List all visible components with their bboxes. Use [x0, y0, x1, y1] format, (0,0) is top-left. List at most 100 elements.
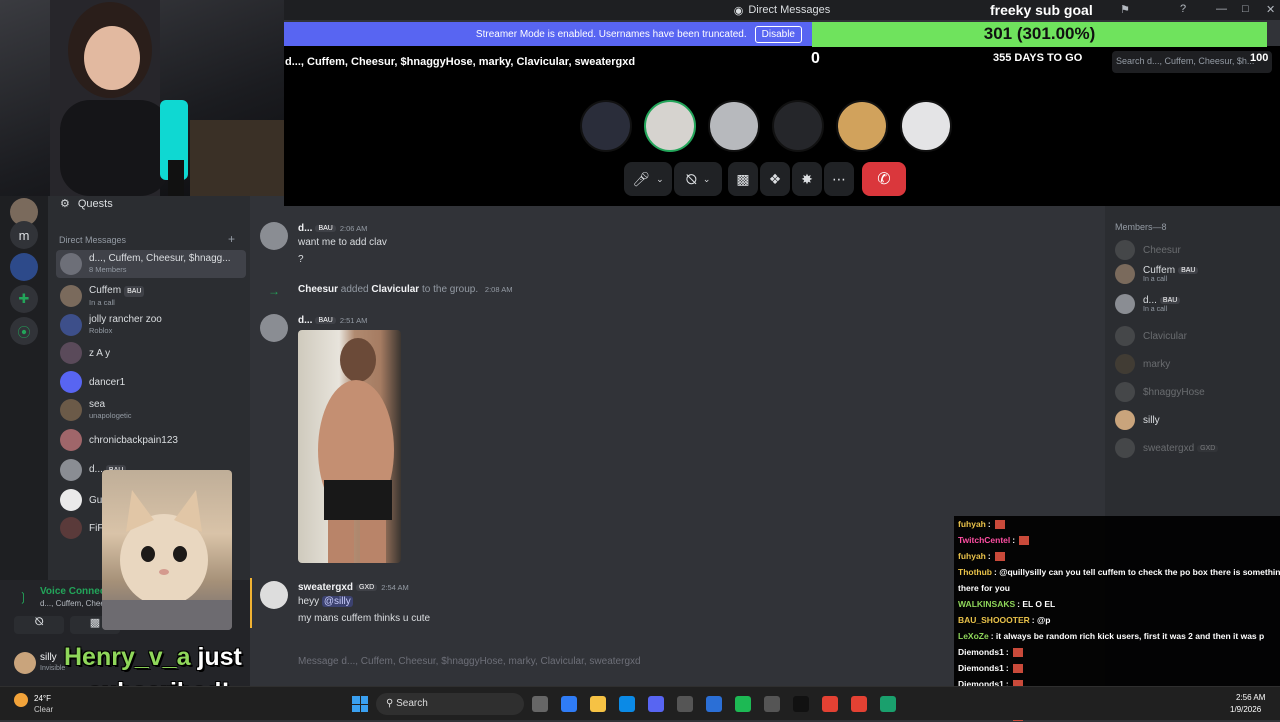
- voice-channel[interactable]: d..., Cuffem, Chee: [40, 599, 105, 608]
- clock-date[interactable]: 1/9/2026: [1230, 705, 1261, 714]
- emote-icon: [1019, 536, 1030, 546]
- chat-user: WALKINSAKS: [958, 599, 1016, 609]
- copilot-icon[interactable]: [561, 696, 577, 712]
- avatar[interactable]: [260, 581, 288, 609]
- message-author[interactable]: d...: [298, 223, 312, 234]
- camera-button[interactable]: ⦰ ⌄: [674, 162, 722, 196]
- member-text: $hnaggyHose: [1135, 387, 1205, 398]
- call-participant-avatar[interactable]: [772, 100, 824, 152]
- member-item[interactable]: marky: [1115, 354, 1275, 374]
- message-text: my mans cuffem thinks u cute: [298, 613, 431, 624]
- server-avatar[interactable]: [10, 253, 38, 281]
- call-participant-avatar[interactable]: [900, 100, 952, 152]
- help-icon[interactable]: ?: [1180, 3, 1186, 15]
- chat-colon: :: [1005, 647, 1012, 657]
- microphone-icon: 🎤︎: [632, 170, 651, 187]
- app-icon[interactable]: [880, 696, 896, 712]
- member-item[interactable]: Clavicular: [1115, 326, 1275, 346]
- windows-start-icon[interactable]: [352, 696, 368, 712]
- dm-item[interactable]: Cuffem BAU In a call: [56, 282, 246, 310]
- call-participant-avatar[interactable]: [708, 100, 760, 152]
- member-item[interactable]: Cuffem BAU In a call: [1115, 264, 1275, 284]
- clock-time[interactable]: 2:56 AM: [1236, 693, 1265, 702]
- system-actor[interactable]: Cheesur: [298, 284, 338, 295]
- member-name-row: $hnaggyHose: [1135, 387, 1205, 398]
- message-image[interactable]: [298, 330, 401, 563]
- weather-desc[interactable]: Clear: [34, 705, 53, 714]
- dm-status: unapologetic: [89, 411, 132, 420]
- dm-item[interactable]: sea unapologetic: [56, 396, 246, 424]
- message-text: ?: [298, 254, 304, 265]
- new-dm-icon[interactable]: +: [228, 232, 235, 246]
- goal-title: freeky sub goal: [990, 2, 1093, 18]
- maximize-icon[interactable]: □: [1242, 3, 1249, 15]
- mute-button[interactable]: 🎤︎ ⌄: [624, 162, 672, 196]
- avatar: [60, 429, 82, 451]
- discover-button[interactable]: ⦿: [10, 317, 38, 345]
- quests-link[interactable]: ⚙ Quests: [60, 197, 113, 211]
- obs-icon[interactable]: [764, 696, 780, 712]
- add-server-button[interactable]: ✚: [10, 285, 38, 313]
- search-input[interactable]: Search d..., Cuffem, Cheesur, $h...: [1112, 51, 1272, 73]
- store-icon[interactable]: [677, 696, 693, 712]
- chrome-icon[interactable]: [851, 696, 867, 712]
- chat-text: @quillysilly can you tell cuffem to chec…: [999, 567, 1280, 577]
- disconnect-button[interactable]: ✆: [862, 162, 906, 196]
- more-button[interactable]: ⋯: [824, 162, 854, 196]
- member-name: marky: [1143, 358, 1171, 370]
- taskbar-search[interactable]: ⚲ Search: [376, 693, 524, 715]
- mention[interactable]: @silly: [321, 596, 353, 607]
- dm-item[interactable]: jolly rancher zoo Roblox: [56, 311, 246, 339]
- chat-user: Thothub: [958, 567, 992, 577]
- disable-button[interactable]: Disable: [754, 25, 802, 43]
- dm-item[interactable]: dancer1: [56, 368, 246, 396]
- guild-tag: BAU: [1159, 297, 1181, 304]
- mail-icon[interactable]: [706, 696, 722, 712]
- message-text: heyy @silly: [298, 596, 353, 607]
- dm-name: z A y: [89, 347, 111, 359]
- guild-tag: BAU: [315, 317, 336, 324]
- avatar[interactable]: [14, 652, 36, 674]
- discord-icon[interactable]: [648, 696, 664, 712]
- chat-text: EL O EL: [1022, 599, 1056, 609]
- soundboard-button[interactable]: ✸: [792, 162, 822, 196]
- edge-icon[interactable]: [619, 696, 635, 712]
- minimize-icon[interactable]: —: [1216, 3, 1227, 15]
- file-explorer-icon[interactable]: [590, 696, 606, 712]
- server-m[interactable]: m: [10, 221, 38, 249]
- call-participant-avatar[interactable]: [644, 100, 696, 152]
- chat-colon: :: [1005, 663, 1012, 673]
- dm-item[interactable]: chronicbackpain123: [56, 426, 246, 454]
- voice-status[interactable]: Voice Connec: [40, 586, 105, 597]
- message-author[interactable]: sweatergxd: [298, 582, 353, 593]
- camera-off-icon: ⦰: [34, 616, 44, 628]
- tiktok-icon[interactable]: [793, 696, 809, 712]
- spotify-icon[interactable]: [735, 696, 751, 712]
- screenshare-button[interactable]: ▩: [728, 162, 758, 196]
- taskbar-search-label: Search: [396, 698, 428, 709]
- task-view-icon[interactable]: [532, 696, 548, 712]
- camera-toggle[interactable]: ⦰: [14, 616, 64, 634]
- member-item[interactable]: d... BAU In a call: [1115, 294, 1275, 314]
- weather-temp[interactable]: 24°F: [34, 694, 51, 703]
- member-text: sweatergxd GXD: [1135, 443, 1219, 454]
- member-item[interactable]: sweatergxd GXD: [1115, 438, 1275, 458]
- activities-button[interactable]: ❖: [760, 162, 790, 196]
- dm-item[interactable]: d..., Cuffem, Cheesur, $hnagg... 8 Member…: [56, 250, 246, 278]
- dm-text: sea unapologetic: [89, 399, 132, 421]
- member-text: Cuffem BAU In a call: [1135, 265, 1199, 283]
- avatar[interactable]: [260, 222, 288, 250]
- message-author[interactable]: d...: [298, 315, 312, 326]
- chrome-icon[interactable]: [822, 696, 838, 712]
- avatar[interactable]: [260, 314, 288, 342]
- member-item[interactable]: Cheesur: [1115, 240, 1275, 260]
- member-item[interactable]: $hnaggyHose: [1115, 382, 1275, 402]
- call-participant-avatar[interactable]: [836, 100, 888, 152]
- member-item[interactable]: silly: [1115, 410, 1275, 430]
- inbox-icon[interactable]: ⚑: [1120, 3, 1130, 16]
- streamer-mode-banner: Streamer Mode is enabled. Usernames have…: [284, 22, 812, 46]
- close-icon[interactable]: ✕: [1266, 3, 1275, 16]
- dm-item[interactable]: z A y: [56, 339, 246, 367]
- call-participant-avatar[interactable]: [580, 100, 632, 152]
- system-target[interactable]: Clavicular: [371, 284, 419, 295]
